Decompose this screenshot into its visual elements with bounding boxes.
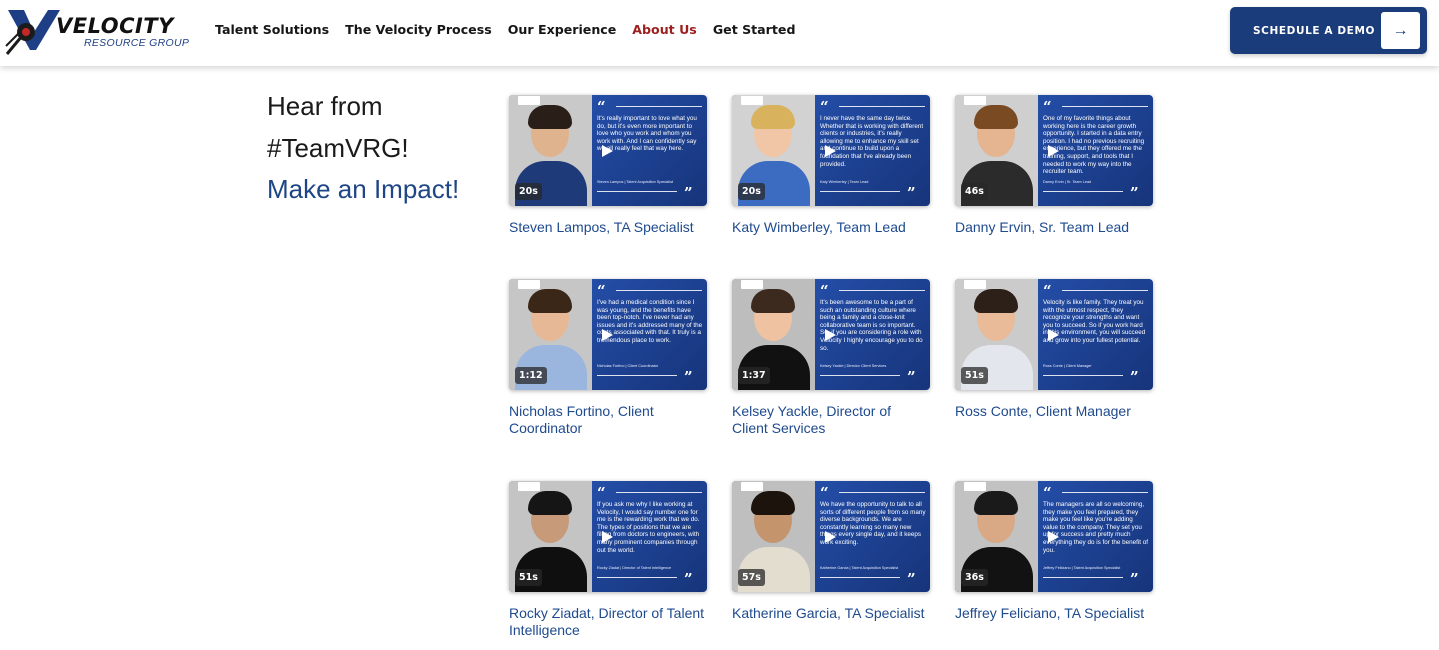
play-icon [1048,531,1059,543]
site-header: VELOCITY RESOURCE GROUP Talent Solutions… [0,0,1439,66]
video-caption-link[interactable]: Nicholas Fortino, Client Coordinator [509,403,707,437]
video-card: “ One of my favorite things about workin… [955,95,1153,236]
open-quote-icon: “ [597,484,606,502]
video-card: “ We have the opportunity to talk to all… [732,481,930,622]
close-quote-icon: ” [907,368,916,386]
video-thumbnail[interactable]: “ Velocity is like family. They treat yo… [955,279,1153,390]
video-thumbnail[interactable]: “ The managers are all so welcoming, the… [955,481,1153,592]
brand-subtitle: RESOURCE GROUP [84,37,190,49]
video-card: “ The managers are all so welcoming, the… [955,481,1153,622]
close-quote-icon: ” [1130,184,1139,202]
open-quote-icon: “ [820,484,829,502]
intro-line-1: Hear from [267,91,383,121]
open-quote-icon: “ [597,282,606,300]
video-card: “ It's really important to love what you… [509,95,707,236]
close-quote-icon: ” [684,184,693,202]
video-duration: 20s [738,183,765,200]
video-caption-link[interactable]: Katherine Garcia, TA Specialist [732,605,930,622]
video-thumbnail[interactable]: “ It's really important to love what you… [509,95,707,206]
video-card: “ It's been awesome to be a part of such… [732,279,930,437]
close-quote-icon: ” [684,368,693,386]
play-icon [825,329,836,341]
intro-line-2: #TeamVRG! [267,132,409,163]
video-duration: 36s [961,569,988,586]
intro-line-3: Make an Impact! [267,174,460,204]
nav-velocity-process[interactable]: The Velocity Process [345,22,492,37]
video-thumbnail[interactable]: “ It's been awesome to be a part of such… [732,279,930,390]
open-quote-icon: “ [1043,282,1052,300]
video-caption-link[interactable]: Rocky Ziadat, Director of Talent Intelli… [509,605,707,639]
video-duration: 51s [515,569,542,586]
video-card: “ I never have the same day twice. Wheth… [732,95,930,236]
video-caption-link[interactable]: Katy Wimberley, Team Lead [732,219,930,236]
video-caption-link[interactable]: Steven Lampos, TA Specialist [509,219,707,236]
play-icon [602,329,613,341]
nav-talent-solutions[interactable]: Talent Solutions [215,22,329,37]
video-caption-link[interactable]: Kelsey Yackle, Director of Client Servic… [732,403,930,437]
video-caption-link[interactable]: Jeffrey Feliciano, TA Specialist [955,605,1153,622]
play-icon [602,531,613,543]
video-duration: 1:12 [515,367,547,384]
velocity-mini-logo [518,280,540,289]
video-card: “ I've had a medical condition since I w… [509,279,707,437]
intro-heading: Hear from #TeamVRG! Make an Impact! [267,86,487,211]
arrow-right-icon: → [1381,12,1420,49]
velocity-mini-logo [964,280,986,289]
open-quote-icon: “ [597,98,606,116]
video-caption-link[interactable]: Ross Conte, Client Manager [955,403,1153,420]
video-card: “ If you ask me why I like working at Ve… [509,481,707,639]
video-card: “ Velocity is like family. They treat yo… [955,279,1153,420]
play-icon [1048,329,1059,341]
velocity-mini-logo [518,96,540,105]
video-thumbnail[interactable]: “ We have the opportunity to talk to all… [732,481,930,592]
play-icon [1048,145,1059,157]
play-icon [825,531,836,543]
open-quote-icon: “ [820,282,829,300]
velocity-mini-logo [741,280,763,289]
nav-get-started[interactable]: Get Started [713,22,796,37]
open-quote-icon: “ [1043,484,1052,502]
open-quote-icon: “ [820,98,829,116]
close-quote-icon: ” [684,570,693,588]
play-icon [602,145,613,157]
main-nav: Talent Solutions The Velocity Process Ou… [215,22,795,37]
video-thumbnail[interactable]: “ One of my favorite things about workin… [955,95,1153,206]
close-quote-icon: ” [907,184,916,202]
video-caption-link[interactable]: Danny Ervin, Sr. Team Lead [955,219,1153,236]
velocity-v-icon [5,10,60,55]
velocity-mini-logo [518,482,540,491]
video-duration: 57s [738,569,765,586]
video-thumbnail[interactable]: “ If you ask me why I like working at Ve… [509,481,707,592]
video-duration: 46s [961,183,988,200]
video-duration: 51s [961,367,988,384]
close-quote-icon: ” [907,570,916,588]
video-thumbnail[interactable]: “ I've had a medical condition since I w… [509,279,707,390]
velocity-logo[interactable]: VELOCITY RESOURCE GROUP [4,6,189,56]
velocity-mini-logo [964,482,986,491]
video-duration: 1:37 [738,367,770,384]
open-quote-icon: “ [1043,98,1052,116]
velocity-mini-logo [741,482,763,491]
video-duration: 20s [515,183,542,200]
nav-our-experience[interactable]: Our Experience [508,22,617,37]
brand-name: VELOCITY [56,14,174,38]
schedule-demo-label: SCHEDULE A DEMO [1253,25,1376,37]
velocity-mini-logo [741,96,763,105]
close-quote-icon: ” [1130,368,1139,386]
close-quote-icon: ” [1130,570,1139,588]
video-thumbnail[interactable]: “ I never have the same day twice. Wheth… [732,95,930,206]
nav-about-us[interactable]: About Us [632,22,697,37]
schedule-demo-button[interactable]: SCHEDULE A DEMO → [1230,7,1427,54]
velocity-mini-logo [964,96,986,105]
play-icon [825,145,836,157]
